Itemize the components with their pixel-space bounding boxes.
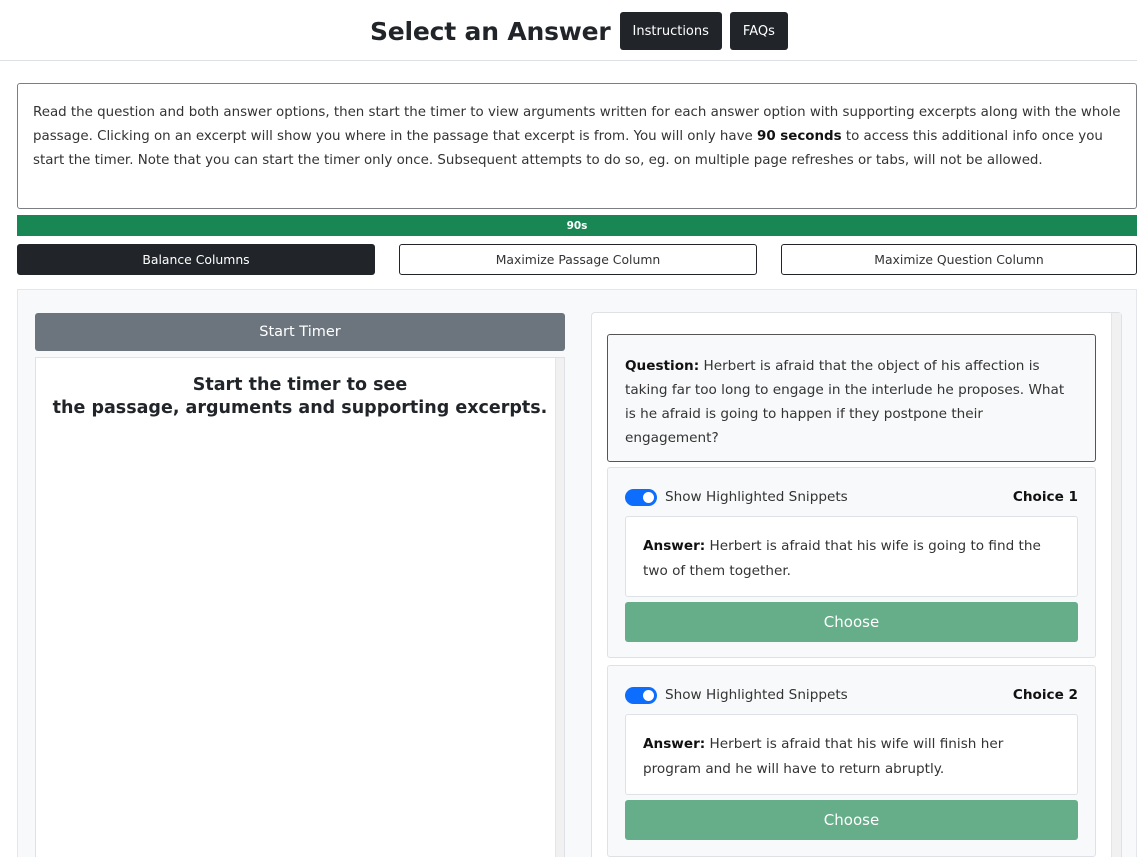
timer-progress-bar: 90s — [17, 215, 1137, 236]
toggle-knob — [643, 491, 654, 503]
answer-prefix: Answer: — [643, 538, 706, 554]
timer-progress-fill: 90s — [17, 215, 1137, 236]
highlight-toggle-group: Show Highlighted Snippets — [625, 686, 848, 704]
choose-button[interactable]: Choose — [625, 602, 1078, 642]
passage-message-line2: the passage, arguments and supporting ex… — [52, 398, 548, 418]
passage-placeholder-message: Start the timer to see the passage, argu… — [36, 374, 564, 420]
header-bar: Select an Answer Instructions FAQs — [370, 12, 796, 50]
choose-button[interactable]: Choose — [625, 800, 1078, 840]
choice-header: Show Highlighted Snippets Choice 2 — [625, 686, 1078, 704]
instructions-button[interactable]: Instructions — [619, 12, 722, 50]
highlight-snippets-toggle[interactable] — [625, 686, 657, 704]
start-timer-button[interactable]: Start Timer — [35, 313, 565, 351]
instructions-time-limit: 90 seconds — [757, 129, 842, 144]
timer-label: 90s — [566, 219, 588, 232]
answer-box: Answer: Herbert is afraid that his wife … — [625, 714, 1078, 795]
question-prefix: Question: — [625, 358, 700, 374]
choice-label: Choice 2 — [1012, 687, 1078, 703]
choice-label: Choice 1 — [1012, 489, 1078, 505]
page-title: Select an Answer — [370, 16, 611, 46]
question-box: Question: Herbert is afraid that the obj… — [607, 334, 1096, 462]
answer-box: Answer: Herbert is afraid that his wife … — [625, 516, 1078, 597]
highlight-snippets-label: Show Highlighted Snippets — [665, 687, 848, 703]
balance-columns-button[interactable]: Balance Columns — [17, 244, 375, 275]
instructions-box: Read the question and both answer option… — [17, 83, 1137, 209]
choice-card: Show Highlighted Snippets Choice 1 Answe… — [607, 467, 1096, 658]
page-header: Select an Answer Instructions FAQs — [0, 0, 1137, 61]
highlight-toggle-group: Show Highlighted Snippets — [625, 488, 848, 506]
choice-card: Show Highlighted Snippets Choice 2 Answe… — [607, 665, 1096, 857]
passage-message-line1: Start the timer to see — [192, 375, 408, 395]
highlight-snippets-label: Show Highlighted Snippets — [665, 489, 848, 505]
maximize-question-column-button[interactable]: Maximize Question Column — [781, 244, 1137, 275]
maximize-passage-column-button[interactable]: Maximize Passage Column — [399, 244, 757, 275]
answer-prefix: Answer: — [643, 736, 706, 752]
choice-header: Show Highlighted Snippets Choice 1 — [625, 488, 1078, 506]
highlight-snippets-toggle[interactable] — [625, 488, 657, 506]
passage-scrollbar[interactable] — [555, 358, 564, 857]
faqs-button[interactable]: FAQs — [729, 12, 788, 50]
toggle-knob — [643, 689, 654, 701]
question-scrollbar[interactable] — [1111, 313, 1121, 857]
passage-column: Start the timer to see the passage, argu… — [35, 357, 565, 857]
page: Select an Answer Instructions FAQs Read … — [0, 0, 1137, 857]
